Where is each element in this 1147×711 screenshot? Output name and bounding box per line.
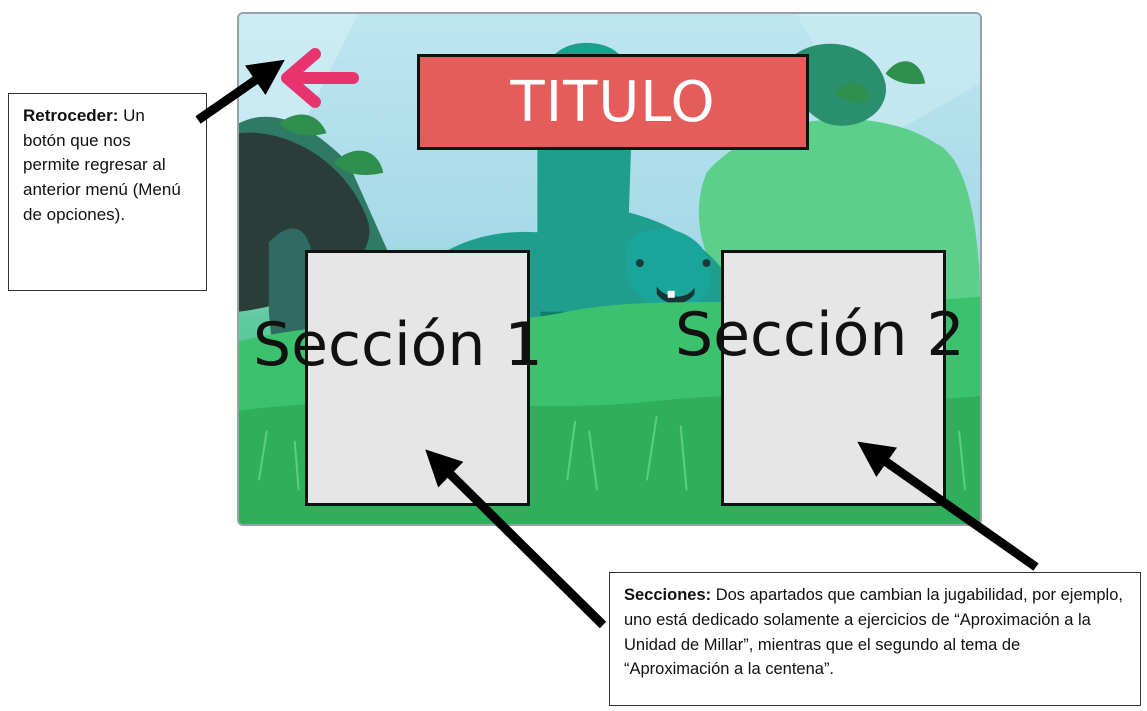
sections-annotation: Secciones: Dos apartados que cambian la … (609, 572, 1141, 706)
game-screen: TITULO Sección 1 Sección 2 (237, 12, 982, 526)
back-button[interactable] (275, 48, 359, 108)
arrow-left-icon (281, 48, 359, 108)
section-2-card[interactable] (721, 250, 946, 506)
section-1-card[interactable] (305, 250, 530, 506)
back-annotation-term: Retroceder: (23, 106, 119, 125)
sections-annotation-term: Secciones: (624, 586, 712, 604)
title-banner: TITULO (417, 54, 809, 150)
game-title: TITULO (510, 69, 716, 135)
back-annotation: Retroceder: Un botón que nos permite reg… (8, 93, 207, 291)
